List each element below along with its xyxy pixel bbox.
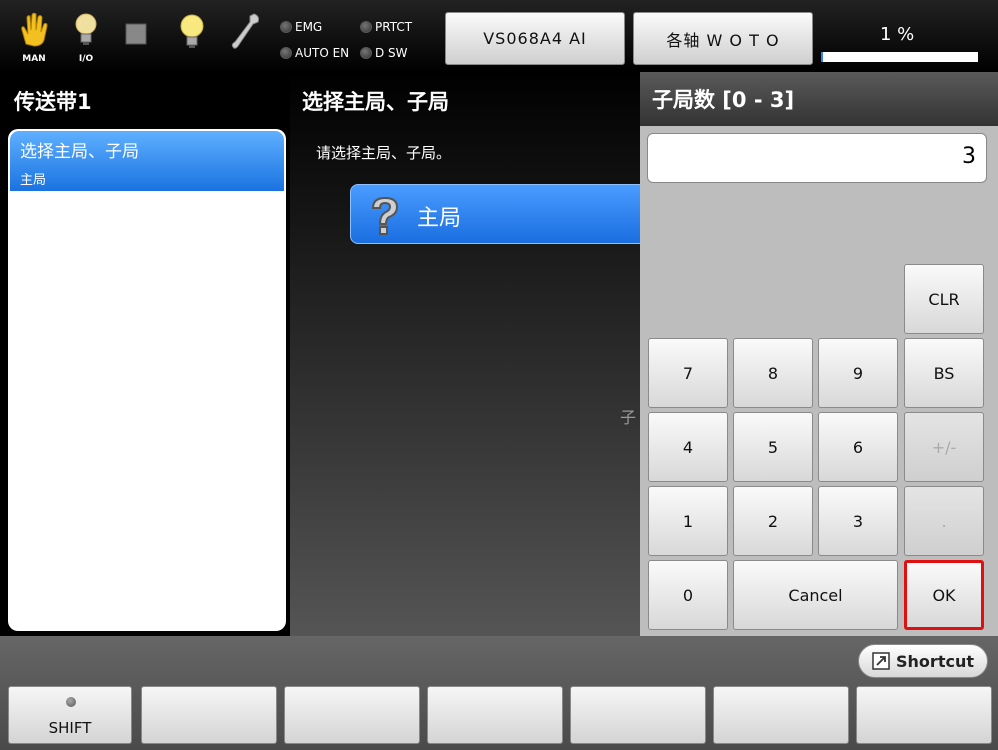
emg-led-icon [280,21,292,33]
prtct-indicator: PRTCT [360,20,412,34]
axis-button[interactable]: 各轴 W O T O [633,12,813,65]
key-9[interactable]: 9 [818,338,898,408]
shift-led-icon [66,697,76,707]
auto-en-label: AUTO EN [295,46,350,60]
bottom-bar: Shortcut SHIFT [0,636,998,750]
main-panel: 选择主局、子局 请选择主局、子局。 主局 子 [290,72,640,636]
cancel-button[interactable]: Cancel [733,560,898,630]
io-label: I/O [78,54,94,64]
function-key-1[interactable] [141,686,277,744]
emg-indicator: EMG [280,20,322,34]
speed-percent: 1 % [880,24,915,45]
lightbulb-on-icon [180,14,204,48]
dsw-led-icon [360,47,372,59]
shortcut-button[interactable]: Shortcut [858,644,988,678]
main-prompt: 请选择主局、子局。 [316,144,452,162]
prtct-label: PRTCT [375,20,413,34]
key-8[interactable]: 8 [733,338,813,408]
key-0[interactable]: 0 [648,560,728,630]
hand-icon [21,12,48,47]
auto-en-led-icon [280,47,292,59]
key-decimal: . [904,486,984,556]
function-key-3[interactable] [427,686,563,744]
emg-label: EMG [295,20,323,34]
lamp-button[interactable] [172,10,212,66]
dsw-indicator: D SW [360,46,408,60]
shift-key[interactable]: SHIFT [8,686,132,744]
function-key-6[interactable] [856,686,992,744]
key-3[interactable]: 3 [818,486,898,556]
stop-square-icon [125,23,147,45]
shortcut-label: Shortcut [896,651,974,671]
shift-label: SHIFT [48,719,92,737]
shortcut-arrow-icon [872,652,890,670]
function-key-4[interactable] [570,686,706,744]
key-backspace[interactable]: BS [904,338,984,408]
main-title: 选择主局、子局 [302,90,449,114]
lightbulb-icon [75,13,97,45]
stop-button[interactable] [118,10,158,66]
key-6[interactable]: 6 [818,412,898,482]
key-clr[interactable]: CLR [904,264,984,334]
left-panel: 传送带1 选择主局、子局 主局 [0,72,290,636]
robot-type-button[interactable]: VS068A4 AI [445,12,625,65]
numeric-keypad-dialog: 子局数 [0 - 3] 3 CLR 7 8 9 BS 4 5 6 +/- 1 2… [640,72,998,636]
io-button[interactable]: I/O [66,10,106,66]
keypad-value-field[interactable]: 3 [647,133,987,183]
prtct-led-icon [360,21,372,33]
master-option-button[interactable]: 主局 [350,184,640,244]
ok-button[interactable]: OK [904,560,984,630]
key-1[interactable]: 1 [648,486,728,556]
dsw-label: D SW [375,46,408,60]
speed-bar [821,52,978,62]
list-item-title: 选择主局、子局 [20,142,139,162]
tool-button[interactable] [226,10,266,66]
list-item-selected[interactable]: 选择主局、子局 主局 [10,131,284,191]
key-5[interactable]: 5 [733,412,813,482]
list-item-subtitle: 主局 [20,173,47,188]
top-status-bar: MAN I/O EMG PRTCT AUTO EN D SW VS068A4 A… [0,0,998,72]
key-2[interactable]: 2 [733,486,813,556]
function-key-5[interactable] [713,686,849,744]
left-panel-title: 传送带1 [14,90,92,114]
manual-mode-button[interactable]: MAN [14,10,54,66]
keypad-header: 子局数 [0 - 3] [640,72,998,126]
step-list[interactable]: 选择主局、子局 主局 [8,129,286,631]
key-4[interactable]: 4 [648,412,728,482]
speed-bar-fill [821,52,824,62]
key-7[interactable]: 7 [648,338,728,408]
partial-hidden-text: 子 [620,408,637,427]
master-option-label: 主局 [417,206,462,231]
auto-en-indicator: AUTO EN [280,46,349,60]
wrench-icon [231,13,259,49]
keypad-title: 子局数 [0 - 3] [652,88,795,112]
man-label: MAN [22,54,46,64]
key-sign: +/- [904,412,984,482]
function-key-2[interactable] [284,686,420,744]
question-mark-icon [371,196,399,235]
